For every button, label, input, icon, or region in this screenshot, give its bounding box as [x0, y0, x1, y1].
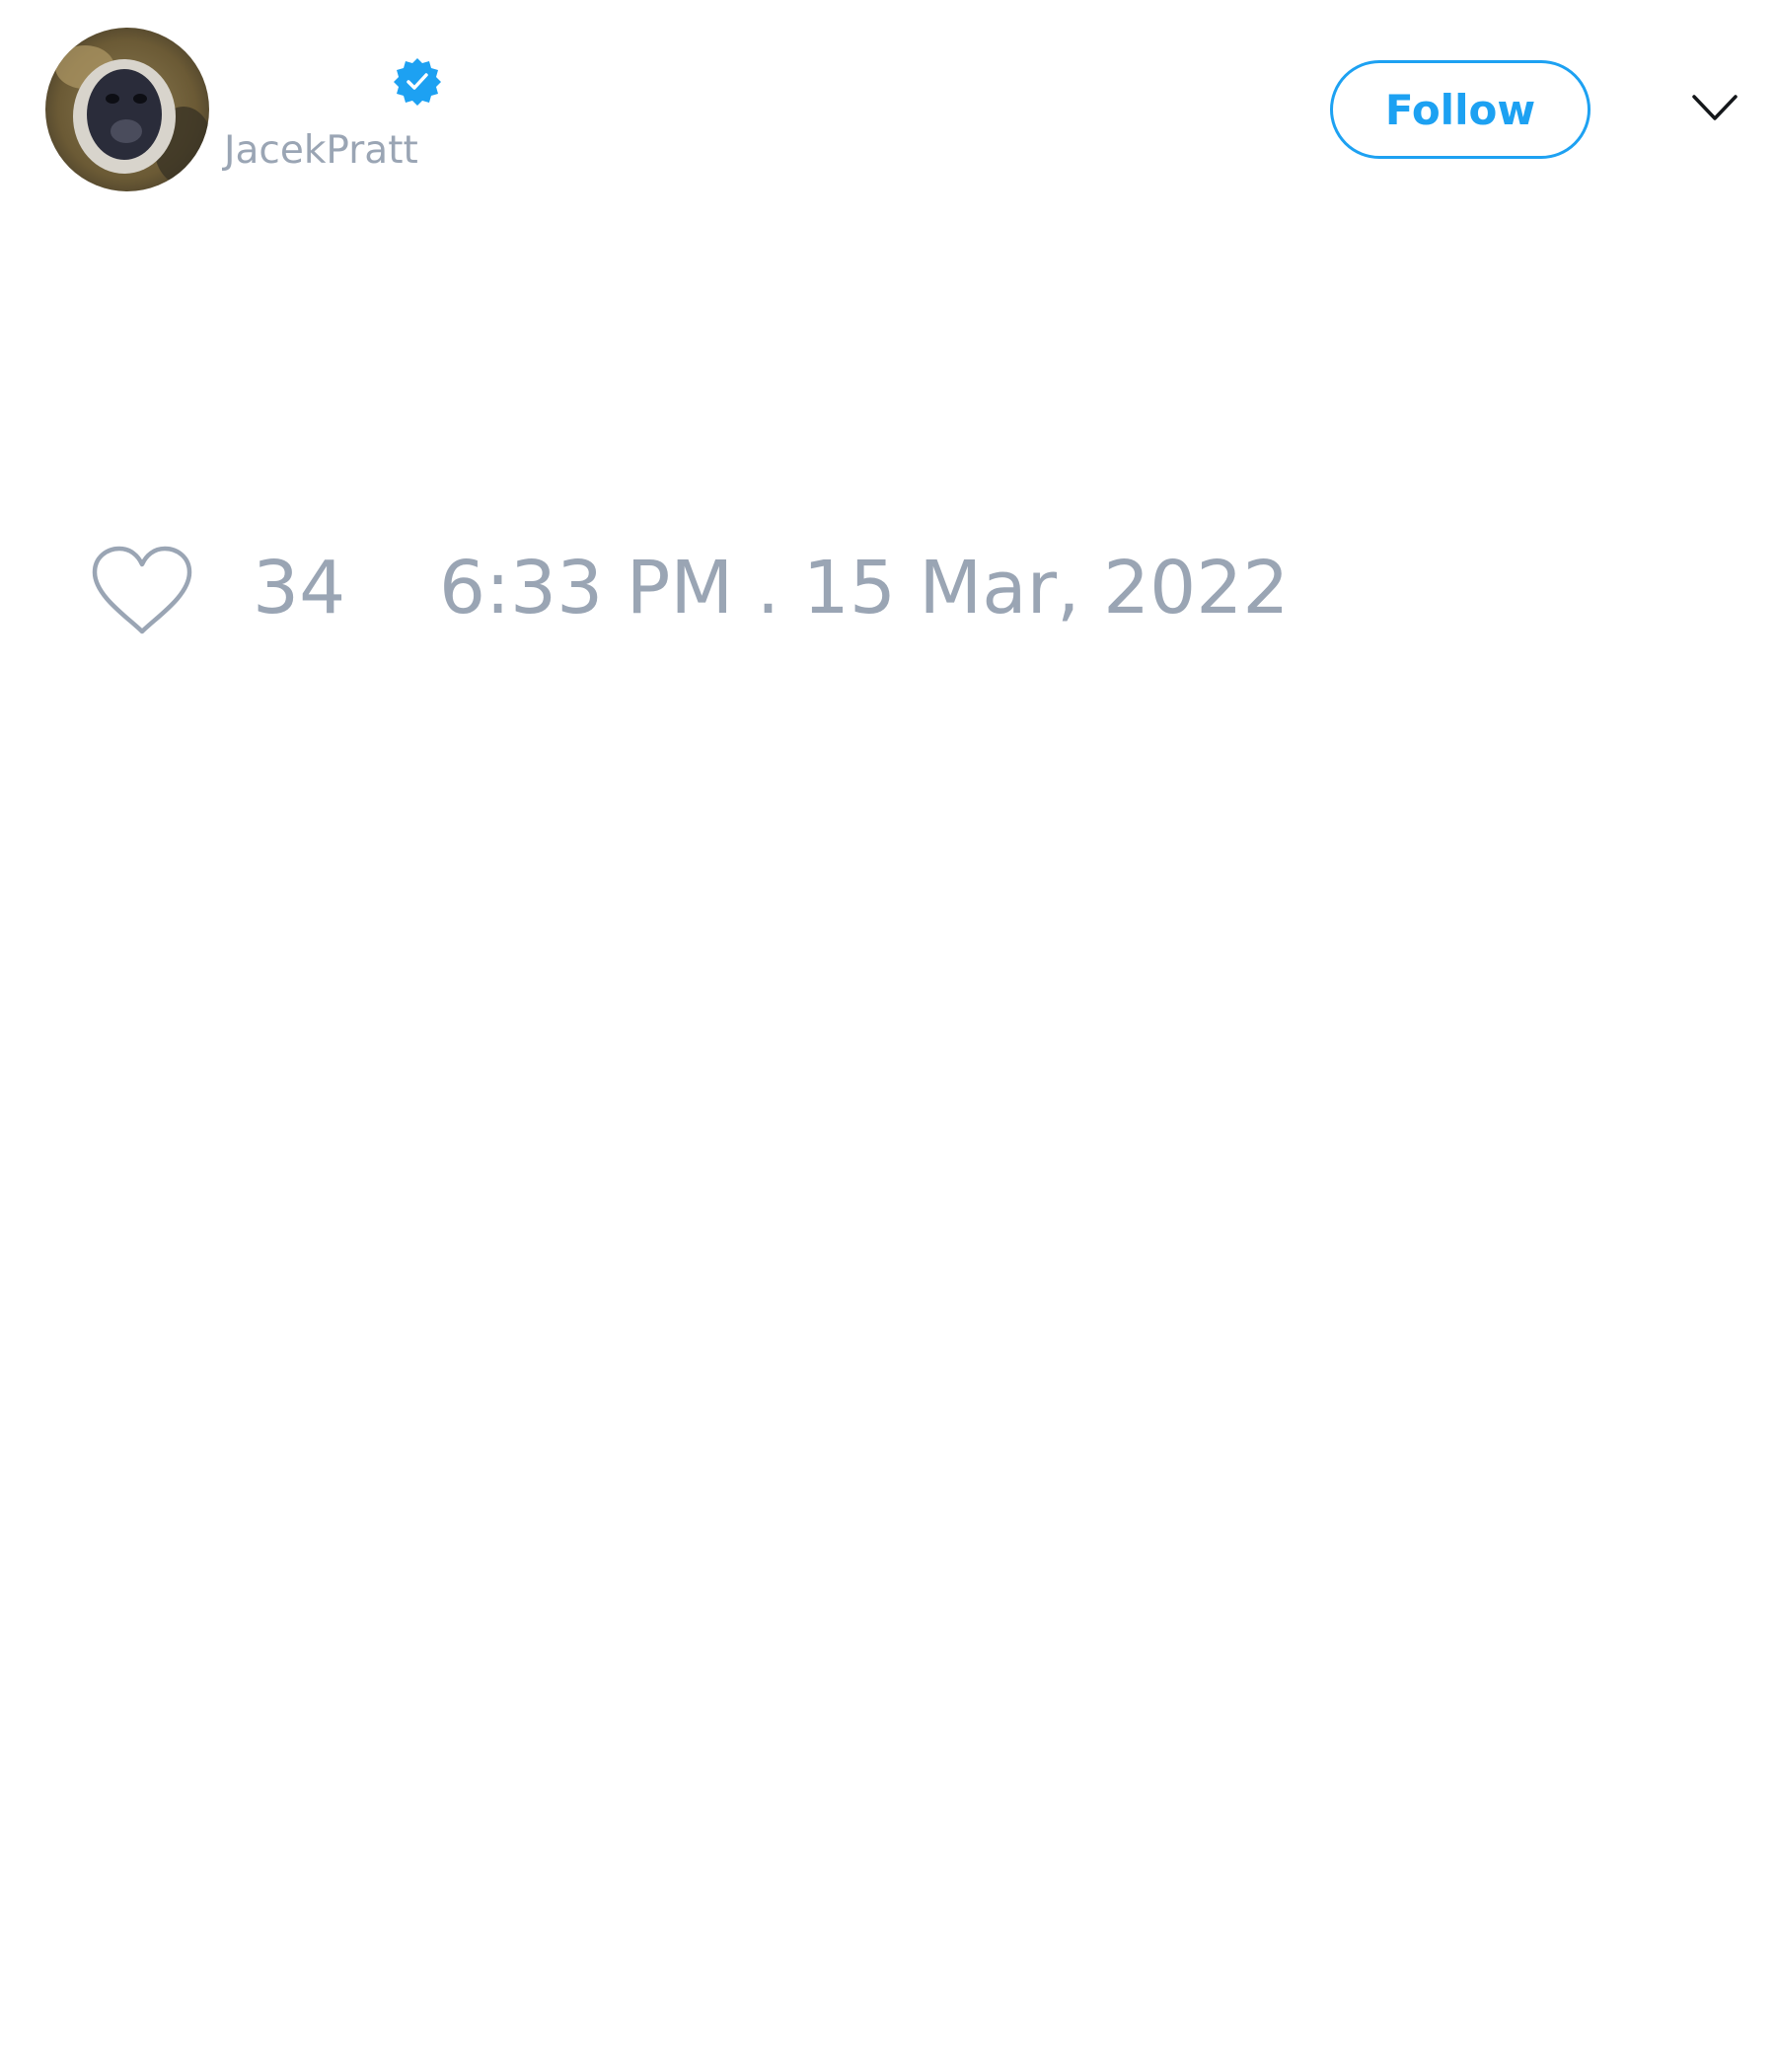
chevron-down-icon[interactable]	[1690, 91, 1739, 126]
follow-button[interactable]: Follow	[1330, 60, 1591, 159]
tweet-timestamp[interactable]: 6:33 PM . 15 Mar, 2022	[439, 543, 1289, 633]
heart-outline-icon[interactable]	[89, 543, 195, 637]
like-count: 34	[253, 546, 346, 630]
avatar[interactable]	[45, 28, 209, 191]
verified-badge-icon	[393, 56, 442, 106]
user-handle[interactable]: JacekPratt	[224, 126, 418, 176]
avatar-photo	[45, 28, 209, 191]
